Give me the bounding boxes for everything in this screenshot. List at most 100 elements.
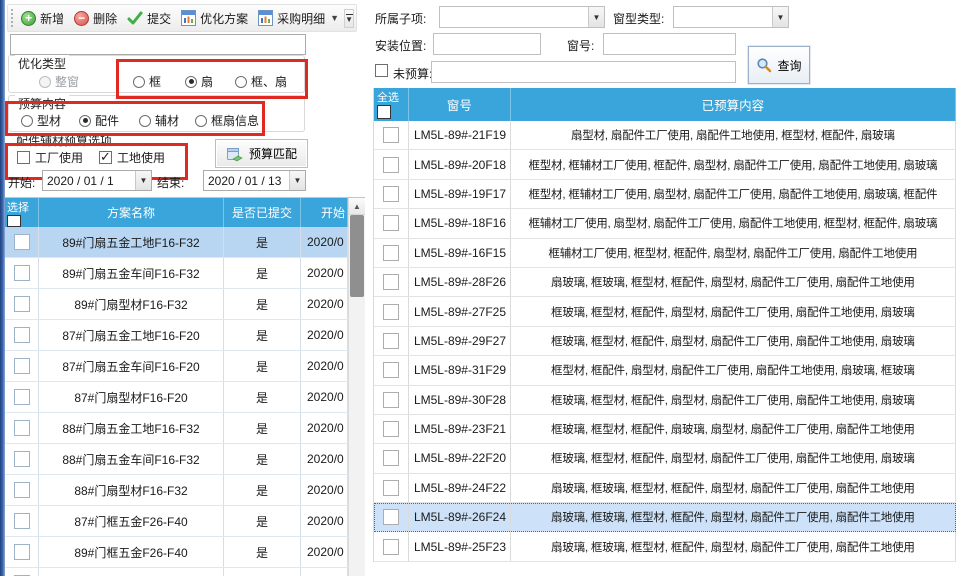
add-button[interactable]: + 新增 [16, 7, 69, 30]
plan-table-row[interactable]: 87#门扇五金车间F16-F20 是 2020/0 [5, 351, 365, 382]
window-table-row[interactable]: LM5L-89#-23F21 框玻璃, 框型材, 框配件, 扇玻璃, 扇型材, … [374, 415, 956, 444]
window-table-row[interactable]: LM5L-89#-28F26 扇玻璃, 框玻璃, 框型材, 框配件, 扇型材, … [374, 268, 956, 297]
budgeted-content-column-header[interactable]: 已预算内容 [511, 88, 956, 121]
plan-name-column-header[interactable]: 方案名称 [39, 198, 224, 227]
radio-option[interactable]: 框、扇 [235, 73, 287, 90]
row-checkbox[interactable] [383, 274, 399, 290]
plan-table-row[interactable]: 87#门扇型材F16-F20 是 2020/0 [5, 382, 365, 413]
plan-table-row[interactable]: 89#门扇五金车间F16-F32 是 2020/0 [5, 258, 365, 289]
checkbox-option[interactable]: 工地使用 [99, 149, 165, 166]
row-checkbox[interactable] [14, 234, 30, 250]
chevron-down-icon[interactable]: ▼ [588, 7, 604, 27]
row-checkbox[interactable] [14, 265, 30, 281]
window-type-select[interactable]: ▼ [673, 6, 789, 28]
window-table-row[interactable]: LM5L-89#-22F20 框玻璃, 框型材, 框配件, 扇型材, 扇配件工厂… [374, 444, 956, 473]
row-checkbox[interactable] [383, 215, 399, 231]
plans-table-scrollbar[interactable]: ▲ [348, 198, 365, 576]
purchase-detail-button[interactable]: 采购明细 ▼ [253, 7, 344, 30]
row-checkbox[interactable] [14, 420, 30, 436]
row-checkbox[interactable] [383, 333, 399, 349]
no-budget-checkbox[interactable] [375, 64, 388, 77]
window-table-row[interactable]: LM5L-89#-26F24 扇玻璃, 框玻璃, 框型材, 框配件, 扇型材, … [374, 503, 956, 532]
toolbar-overflow-button[interactable]: ▼ [344, 9, 354, 28]
window-table-row[interactable]: LM5L-89#-25F23 扇玻璃, 框玻璃, 框型材, 框配件, 扇型材, … [374, 532, 956, 561]
row-checkbox[interactable] [383, 362, 399, 378]
window-table-row[interactable]: LM5L-89#-20F18 框型材, 框辅材工厂使用, 框配件, 扇型材, 扇… [374, 150, 956, 179]
chevron-down-icon[interactable]: ▼ [135, 171, 151, 190]
radio-option[interactable]: 框扇信息 [195, 112, 259, 129]
row-checkbox[interactable] [383, 127, 399, 143]
window-table-row[interactable]: LM5L-89#-24F22 扇玻璃, 框玻璃, 框型材, 框配件, 扇型材, … [374, 474, 956, 503]
window-table-row[interactable]: LM5L-89#-31F29 框型材, 框配件, 扇型材, 扇配件工厂使用, 扇… [374, 356, 956, 385]
plan-name-cell: 87#门扇五金工地F16-F20 [39, 320, 224, 350]
select-all-checkbox[interactable] [7, 215, 21, 227]
row-checkbox[interactable] [14, 482, 30, 498]
sub-item-value [440, 7, 588, 27]
row-checkbox[interactable] [383, 509, 399, 525]
row-checkbox[interactable] [383, 157, 399, 173]
no-budget-input[interactable] [431, 61, 736, 83]
start-column-header[interactable]: 开始 [301, 198, 348, 227]
radio-option[interactable]: 整窗 [39, 73, 79, 90]
end-date-picker[interactable]: 2020 / 01 / 13 ▼ [203, 170, 306, 191]
radio-label: 扇 [201, 73, 213, 90]
radio-option[interactable]: 配件 [79, 112, 119, 129]
window-no-column-header[interactable]: 窗号 [409, 88, 511, 121]
row-checkbox[interactable] [383, 304, 399, 320]
row-checkbox[interactable] [383, 186, 399, 202]
row-checkbox[interactable] [383, 450, 399, 466]
plan-table-row[interactable]: 89#门扇型材F16-F32 是 2020/0 [5, 289, 365, 320]
row-checkbox[interactable] [383, 539, 399, 555]
row-checkbox[interactable] [14, 451, 30, 467]
row-checkbox[interactable] [14, 327, 30, 343]
chevron-down-icon[interactable]: ▼ [772, 7, 788, 27]
radio-option[interactable]: 型材 [21, 112, 61, 129]
budgeted-content-cell: 扇玻璃, 框玻璃, 框型材, 框配件, 扇型材, 扇配件工厂使用, 扇配件工地使… [511, 532, 956, 560]
plan-table-row[interactable]: 88#门扇五金车间F16-F32 是 2020/0 [5, 444, 365, 475]
row-checkbox[interactable] [383, 480, 399, 496]
select-all-checkbox[interactable] [377, 105, 391, 119]
row-checkbox[interactable] [14, 358, 30, 374]
row-checkbox[interactable] [383, 245, 399, 261]
radio-option[interactable]: 扇 [185, 73, 213, 90]
window-table-row[interactable]: LM5L-89#-16F15 框辅材工厂使用, 框型材, 框配件, 扇型材, 扇… [374, 239, 956, 268]
window-no-input[interactable] [603, 33, 736, 55]
window-table-row[interactable]: LM5L-89#-29F27 框玻璃, 框型材, 框配件, 扇型材, 扇配件工厂… [374, 327, 956, 356]
delete-button[interactable]: − 删除 [69, 7, 122, 30]
submit-button[interactable]: 提交 [122, 7, 176, 30]
plan-table-row[interactable]: 87#门框五金F26-F40 是 2020/0 [5, 506, 365, 537]
plan-search-input[interactable] [10, 34, 306, 55]
sub-item-select[interactable]: ▼ [439, 6, 605, 28]
plan-table-row[interactable]: 89#门框五金F26-F40 是 2020/0 [5, 537, 365, 568]
window-table-row[interactable]: LM5L-89#-30F28 框玻璃, 框型材, 框配件, 扇型材, 扇配件工厂… [374, 386, 956, 415]
radio-option[interactable]: 框 [133, 73, 161, 90]
chevron-down-icon[interactable]: ▼ [289, 171, 305, 190]
window-table-row[interactable]: LM5L-89#-27F25 框玻璃, 框型材, 框配件, 扇型材, 扇配件工厂… [374, 297, 956, 326]
scrollbar-thumb[interactable] [350, 215, 364, 297]
window-table-row[interactable]: LM5L-89#-21F19 扇型材, 扇配件工厂使用, 扇配件工地使用, 框型… [374, 121, 956, 150]
row-checkbox[interactable] [14, 296, 30, 312]
plan-table-row[interactable]: 88#门扇五金工地F16-F32 是 2020/0 [5, 413, 365, 444]
windows-table: 全选 窗号 已预算内容 LM5L-89#-21F19 扇型材, 扇配件工厂使用,… [373, 88, 956, 562]
checkbox-option[interactable]: 工厂使用 [17, 149, 83, 166]
submitted-column-header[interactable]: 是否已提交 [224, 198, 301, 227]
query-button[interactable]: 查询 [748, 46, 810, 84]
window-no-cell: LM5L-89#-25F23 [409, 532, 511, 560]
window-table-row[interactable]: LM5L-89#-18F16 框辅材工厂使用, 扇型材, 扇配件工厂使用, 扇配… [374, 209, 956, 238]
plan-table-row[interactable]: 89#门扇五金工地F16-F32 是 2020/0 [5, 227, 365, 258]
plan-table-row[interactable]: 88#门框五金F21-F40 是 2020/0 [5, 568, 365, 576]
row-checkbox[interactable] [383, 392, 399, 408]
scroll-up-icon[interactable]: ▲ [349, 198, 365, 215]
install-position-input[interactable] [433, 33, 541, 55]
radio-option[interactable]: 辅材 [139, 112, 179, 129]
optimize-plan-button[interactable]: 优化方案 [176, 7, 253, 30]
row-checkbox[interactable] [14, 389, 30, 405]
plan-table-row[interactable]: 87#门扇五金工地F16-F20 是 2020/0 [5, 320, 365, 351]
window-table-row[interactable]: LM5L-89#-19F17 框型材, 框辅材工厂使用, 扇型材, 扇配件工厂使… [374, 180, 956, 209]
plan-table-row[interactable]: 88#门扇型材F16-F32 是 2020/0 [5, 475, 365, 506]
row-checkbox[interactable] [383, 421, 399, 437]
row-checkbox[interactable] [14, 513, 30, 529]
row-checkbox[interactable] [14, 544, 30, 560]
budget-match-button[interactable]: 预算匹配 [215, 139, 308, 168]
start-date-picker[interactable]: 2020 / 01 / 1 ▼ [42, 170, 152, 191]
